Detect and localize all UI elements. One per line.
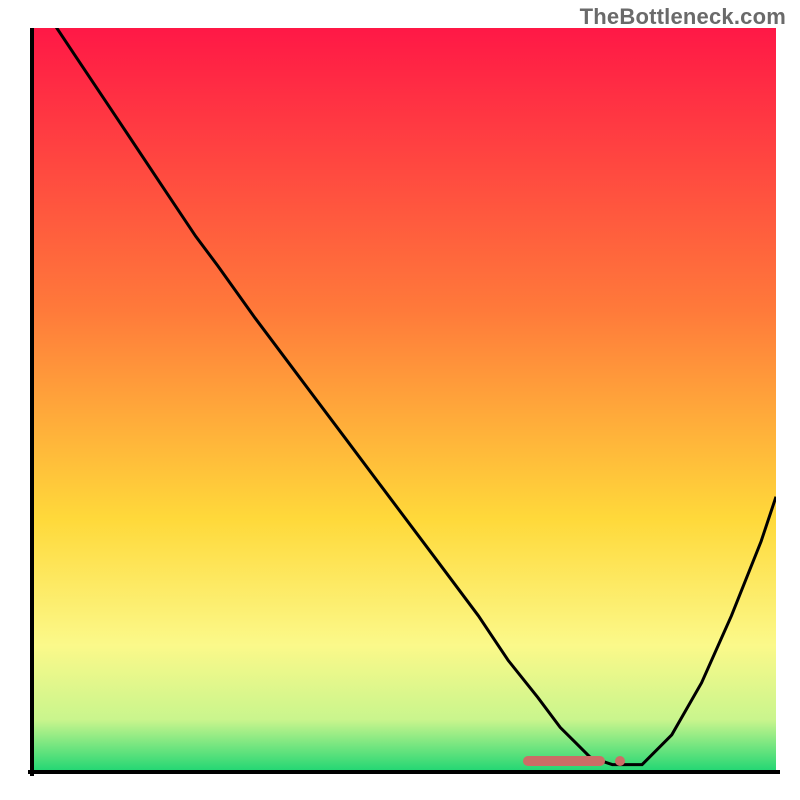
watermark-text: TheBottleneck.com [580,4,786,30]
optimal-range-marker [0,0,800,800]
optimal-range-endpoint-icon [615,756,625,766]
chart-container: TheBottleneck.com [0,0,800,800]
optimal-range-bar [523,756,605,766]
